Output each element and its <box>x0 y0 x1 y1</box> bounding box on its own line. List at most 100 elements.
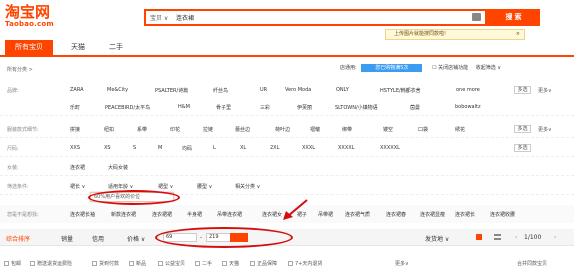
filter-checkbox[interactable]: 赠送退货运费险 <box>30 260 72 267</box>
brand-item[interactable]: bobowaltz <box>455 104 481 110</box>
multi-select-button[interactable]: 多选 <box>514 86 531 94</box>
more-button[interactable]: 更多∨ <box>538 126 552 133</box>
sort-sales[interactable]: 销量 <box>61 234 73 243</box>
next-page-icon[interactable]: › <box>554 234 556 241</box>
style-item[interactable]: 口袋 <box>418 126 428 133</box>
brand-item[interactable]: 纤丝鸟 <box>213 87 228 94</box>
size-item[interactable]: 2XL <box>270 145 279 151</box>
related-item[interactable]: 连衣裙显瘦 <box>420 211 445 218</box>
sort-credit[interactable]: 信用 <box>92 234 104 243</box>
brand-item[interactable]: PEACEBIRD/太平鸟 <box>105 104 150 111</box>
close-store-label: 关闭店铺功能 <box>438 65 469 71</box>
brand-item[interactable]: ONLY <box>336 87 349 93</box>
condition-dropdown[interactable]: 裙型 ∨ <box>158 183 173 190</box>
condition-dropdown[interactable]: 腰型 ∨ <box>197 183 212 190</box>
taobao-logo[interactable]: 淘宝网 Taobao.com <box>5 4 61 34</box>
related-item[interactable]: 连衣裙春 <box>386 211 406 218</box>
brand-item[interactable]: 伊芙丽 <box>297 104 312 111</box>
style-item[interactable]: 纽扣 <box>104 126 114 133</box>
list-view-icon[interactable] <box>494 234 501 240</box>
more-button[interactable]: 更多∨ <box>538 87 552 94</box>
prev-page-icon[interactable]: ‹ <box>515 234 517 241</box>
collapse-filter-button[interactable]: 收起筛选 ∨ <box>476 65 501 71</box>
close-icon[interactable]: × <box>516 30 520 39</box>
size-item[interactable]: L <box>213 145 216 151</box>
style-item[interactable]: 褶皱 <box>310 126 320 133</box>
filter-checkbox[interactable]: 天猫 <box>222 260 239 267</box>
breadcrumb[interactable]: 所有分类 > <box>7 66 33 73</box>
filter-checkbox[interactable]: 正品保障 <box>250 260 277 267</box>
multi-select-button[interactable]: 多选 <box>514 125 531 133</box>
merge-same-items-button[interactable]: 合并同款宝贝 <box>517 260 547 267</box>
filter-checkbox[interactable]: 包邮 <box>4 260 21 267</box>
size-item[interactable]: S <box>133 145 136 151</box>
brand-item[interactable]: H&M <box>178 104 190 110</box>
brand-item[interactable]: Vero Moda <box>285 87 311 93</box>
condition-dropdown[interactable]: 相关分类 ∨ <box>235 183 260 190</box>
condition-dropdown[interactable]: 裙长 ∨ <box>70 183 85 190</box>
close-store-checkbox[interactable]: ☐ 关闭店铺功能 <box>432 65 468 71</box>
related-item[interactable]: 吊带裙 <box>318 211 333 218</box>
tab-all-items[interactable]: 所有宝贝 <box>5 40 53 55</box>
search-input[interactable]: 连衣裙 <box>176 13 194 22</box>
brand-item[interactable]: one more <box>456 87 480 93</box>
style-item[interactable]: 拉链 <box>203 126 213 133</box>
brand-item[interactable]: HSTYLE/韩都衣舍 <box>380 87 421 94</box>
related-item[interactable]: 连衣裙长 <box>455 211 475 218</box>
size-item[interactable]: XXXL <box>302 145 315 151</box>
search-button[interactable]: 搜 索 <box>487 9 540 26</box>
size-item[interactable]: XS <box>104 145 111 151</box>
brand-item[interactable]: PSALTER/诗篇 <box>155 87 188 94</box>
ship-from-dropdown[interactable]: 发货地 ∨ <box>425 234 449 243</box>
sort-price[interactable]: 价格 ∨ <box>127 234 145 243</box>
tab-tmall[interactable]: 天猫 <box>63 40 93 55</box>
size-item[interactable]: XL <box>240 145 246 151</box>
multi-select-button[interactable]: 多选 <box>514 144 531 152</box>
style-item[interactable]: 蕾丝边 <box>235 126 250 133</box>
brand-item[interactable]: UR <box>260 87 267 93</box>
style-item[interactable]: 绣花 <box>455 126 465 133</box>
related-item[interactable]: 连衣裙长袖 <box>70 211 95 218</box>
brand-item[interactable]: ZARA <box>70 87 84 93</box>
related-item[interactable]: 连衣裙裙 <box>152 211 172 218</box>
filter-more-button[interactable]: 更多∨ <box>395 260 409 267</box>
related-item[interactable]: 吊带连衣裙 <box>217 211 242 218</box>
size-item[interactable]: M <box>158 145 162 151</box>
brand-item[interactable]: 乐町 <box>70 104 80 111</box>
search-category-select[interactable]: 宝贝 ∨ <box>150 13 168 22</box>
related-item[interactable]: 连衣裙收腰 <box>490 211 515 218</box>
related-item[interactable]: 连衣裙气质 <box>345 211 370 218</box>
store-button[interactable]: 您已购物满5次 <box>361 64 423 72</box>
brand-item[interactable]: 茵曼 <box>410 104 420 111</box>
brand-item[interactable]: 三彩 <box>260 104 270 111</box>
related-item[interactable]: 新款连衣裙 <box>111 211 136 218</box>
brand-item[interactable]: Me&City <box>107 87 128 93</box>
filter-checkbox[interactable]: 公益宝贝 <box>158 260 185 267</box>
size-item[interactable]: 均码 <box>182 145 192 152</box>
brand-item[interactable]: SLTOWN/小镇物语 <box>335 104 378 111</box>
filter-checkbox[interactable]: 新品 <box>129 260 146 267</box>
style-item[interactable]: 绑带 <box>342 126 352 133</box>
style-item[interactable]: 系带 <box>137 126 147 133</box>
womenswear-item[interactable]: 大码女装 <box>108 164 128 171</box>
camera-icon[interactable] <box>472 13 481 21</box>
filter-checkbox[interactable]: 二手 <box>195 260 212 267</box>
grid-view-icon[interactable] <box>476 234 482 240</box>
filter-checkbox[interactable]: 7+天内退货 <box>288 260 322 267</box>
search-box[interactable]: 宝贝 ∨ 连衣裙 <box>144 9 487 26</box>
sort-default[interactable]: 综合排序 <box>6 234 30 243</box>
brand-item[interactable]: 骨子里 <box>216 104 231 111</box>
style-item[interactable]: 镂空 <box>383 126 393 133</box>
related-item[interactable]: 半身裙 <box>187 211 202 218</box>
filter-checkbox[interactable]: 货到付款 <box>92 260 119 267</box>
style-item[interactable]: 拼接 <box>70 126 80 133</box>
size-item[interactable]: XXXXXL <box>380 145 400 151</box>
size-item[interactable]: XXS <box>70 145 80 151</box>
related-item[interactable]: 连衣裙女 <box>262 211 282 218</box>
tab-secondhand[interactable]: 二手 <box>101 40 131 55</box>
style-item[interactable]: 印花 <box>170 126 180 133</box>
size-item[interactable]: XXXXL <box>338 145 355 151</box>
condition-dropdown[interactable]: 适用年龄 ∨ <box>108 183 133 190</box>
womenswear-item[interactable]: 连衣裙 <box>70 164 85 171</box>
style-item[interactable]: 荷叶边 <box>275 126 290 133</box>
